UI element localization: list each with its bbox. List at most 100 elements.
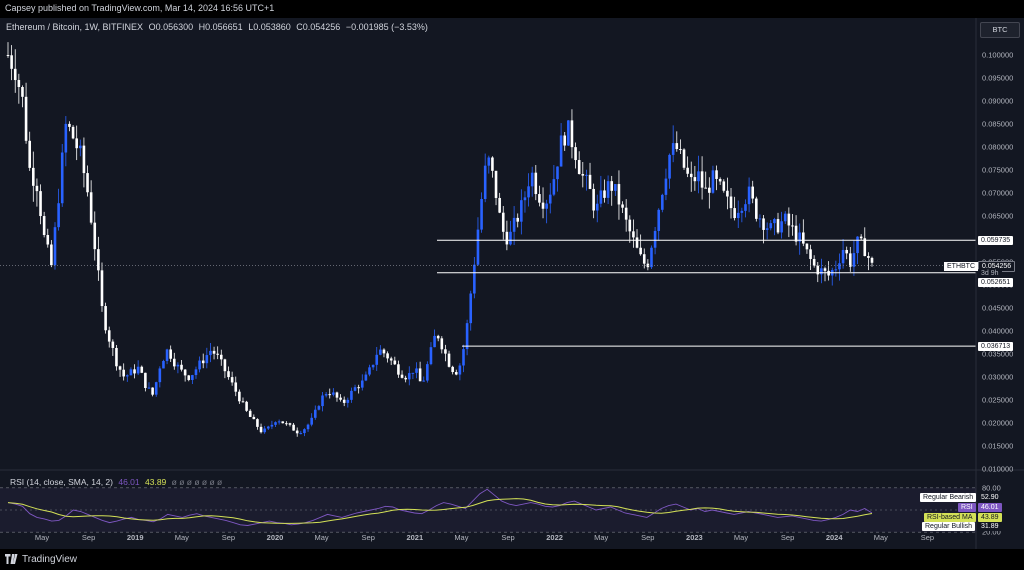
- candle-body: [541, 202, 545, 209]
- candle-body: [285, 423, 288, 425]
- candle-body: [650, 247, 653, 268]
- price-tick-label: 0.020000: [982, 419, 1013, 428]
- time-axis-label: May: [175, 533, 189, 542]
- candle-body: [429, 347, 433, 365]
- candle-body: [791, 225, 794, 227]
- candle-body: [46, 234, 50, 245]
- time-axis-label: May: [734, 533, 748, 542]
- candle-body: [353, 387, 357, 391]
- candle-body: [617, 184, 621, 205]
- candle-body: [234, 382, 238, 392]
- countdown-tag: 3d 9h: [978, 269, 1002, 278]
- candle-body: [57, 203, 60, 228]
- candle-body: [263, 428, 266, 433]
- candle-body: [64, 123, 68, 153]
- time-axis-label: 2021: [406, 533, 423, 542]
- candle-body: [147, 387, 151, 389]
- candle-body: [805, 243, 809, 250]
- price-tick-label: 0.080000: [982, 143, 1013, 152]
- candle-body: [563, 135, 567, 146]
- candle-body: [859, 236, 863, 239]
- candle-body: [556, 166, 559, 180]
- price-tick-label: 0.015000: [982, 442, 1013, 451]
- regular-bullish-value: 31.89: [978, 522, 1002, 531]
- candle-body: [512, 217, 516, 232]
- tradingview-brand[interactable]: TradingView: [22, 554, 77, 565]
- rsi-ma-label: RSI-based MA: [924, 513, 976, 522]
- candle-body: [758, 218, 762, 220]
- candle-body: [118, 366, 122, 370]
- candle-body: [140, 366, 144, 373]
- candle-body: [129, 369, 133, 376]
- chart-canvas[interactable]: 0.100000 0.095000 0.090000 0.085000 0.080000…: [0, 18, 1024, 549]
- candle-body: [628, 219, 632, 232]
- candle-body: [191, 375, 194, 380]
- candle-body: [144, 372, 147, 389]
- rsi-axis-tick: 80.00: [982, 483, 1001, 492]
- candle-body: [342, 399, 346, 403]
- candle-body: [867, 256, 870, 258]
- candle-body: [252, 416, 256, 420]
- candle-body: [726, 190, 729, 197]
- candle-body: [664, 178, 668, 195]
- candle-body: [154, 382, 158, 395]
- price-tick-label: 0.045000: [982, 304, 1013, 313]
- candle-body: [567, 120, 570, 146]
- candle-body: [39, 191, 42, 217]
- candle-body: [657, 209, 661, 231]
- candle-body: [751, 186, 755, 199]
- candle-body: [13, 68, 17, 81]
- tradingview-logo-icon[interactable]: [5, 554, 19, 564]
- candle-body: [97, 249, 100, 271]
- candle-body: [440, 338, 444, 350]
- candle-body: [397, 364, 400, 375]
- price-tick-label: 0.030000: [982, 373, 1013, 382]
- candle-body: [787, 213, 791, 226]
- symbol-info: Ethereum / Bitcoin, 1W, BITFINEX O0.0563…: [6, 22, 431, 32]
- candle-body: [765, 228, 769, 230]
- candle-body: [671, 143, 675, 155]
- candle-body: [715, 170, 718, 179]
- candle-body: [548, 194, 552, 204]
- candle-body: [744, 204, 747, 211]
- candle-body: [769, 223, 773, 229]
- candle-body: [852, 253, 856, 267]
- candle-body: [693, 177, 697, 182]
- rsi-legend-value: 46.01: [118, 477, 140, 487]
- candle-body: [520, 200, 523, 222]
- candle-body: [802, 232, 805, 244]
- candle-body: [165, 349, 169, 361]
- price-tick-label: 0.085000: [982, 120, 1013, 129]
- candle-body: [53, 227, 57, 266]
- candle-body: [223, 359, 227, 372]
- candle-body: [93, 222, 97, 250]
- time-axis-label: 2024: [826, 533, 844, 542]
- candle-body: [639, 247, 642, 255]
- candle-body: [711, 170, 715, 193]
- time-axis-label: Sep: [222, 533, 235, 542]
- candle-body: [274, 422, 277, 425]
- candle-body: [35, 185, 39, 192]
- price-tick-label: 0.095000: [982, 74, 1013, 83]
- time-axis-label: 2020: [267, 533, 284, 542]
- candle-body: [740, 210, 744, 213]
- time-axis-label: 2023: [686, 533, 703, 542]
- candle-body: [335, 392, 339, 398]
- candle-body: [708, 187, 711, 193]
- candle-body: [809, 249, 812, 259]
- candle-body: [346, 399, 350, 403]
- candle-body: [635, 237, 639, 248]
- candle-body: [310, 417, 313, 425]
- price-tick-label: 0.065000: [982, 212, 1013, 221]
- price-tick-label: 0.100000: [982, 51, 1013, 60]
- candle-body: [516, 217, 520, 222]
- rsi-legend-placeholders: ø ø ø ø ø ø ø: [171, 477, 223, 487]
- candle-body: [82, 145, 86, 174]
- candle-body: [364, 374, 368, 381]
- candle-body: [306, 424, 310, 430]
- candle-body: [581, 174, 585, 176]
- time-axis-label: May: [874, 533, 888, 542]
- candle-body: [498, 197, 501, 213]
- currency-button[interactable]: BTC: [980, 22, 1020, 38]
- candle-body: [722, 181, 726, 191]
